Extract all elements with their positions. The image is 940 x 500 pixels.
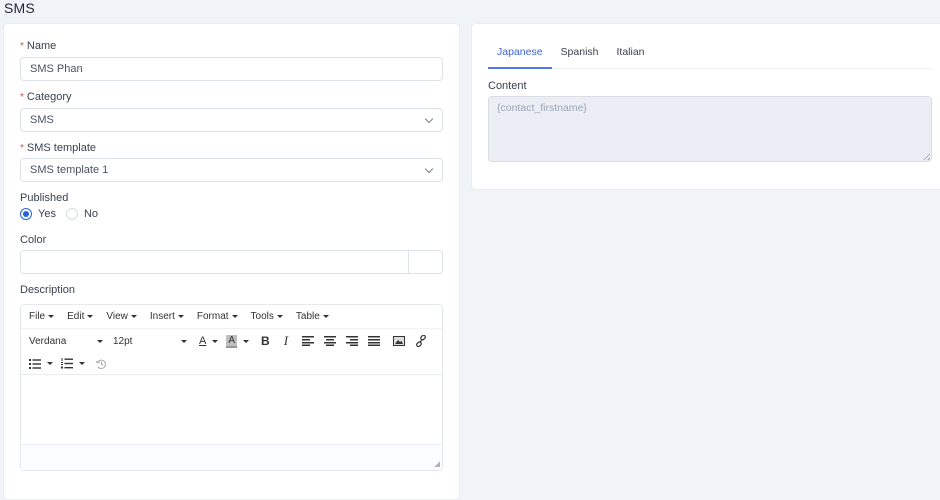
caret-down-icon (97, 339, 103, 343)
bullet-list-icon (29, 358, 41, 369)
background-color-icon: A (226, 334, 238, 348)
menu-edit[interactable]: Edit (67, 311, 94, 322)
history-icon (95, 359, 106, 369)
sms-template-selected-value: SMS template 1 (30, 164, 109, 176)
caret-down-icon (87, 315, 94, 318)
published-label: Published (20, 192, 69, 204)
category-selected-value: SMS (30, 114, 54, 126)
description-rich-text-editor: File Edit View Insert Format Tools Table… (20, 304, 443, 471)
translations-card: Japanese Spanish Italian Content {contac… (472, 24, 940, 189)
color-label: Color (20, 234, 47, 246)
align-justify-button[interactable] (368, 332, 381, 350)
content-textarea[interactable]: {contact_firstname} (488, 96, 932, 162)
editor-toolbar-row-2 (21, 353, 442, 375)
caret-down-icon (243, 339, 250, 343)
bold-button[interactable]: B (261, 332, 270, 350)
align-justify-icon (368, 336, 381, 346)
menu-insert[interactable]: Insert (150, 311, 184, 322)
sms-template-label: * SMS template (20, 142, 96, 154)
sms-template-select[interactable]: SMS template 1 (20, 158, 443, 182)
bullet-list-button[interactable] (29, 355, 53, 373)
align-center-icon (324, 336, 337, 346)
menu-view[interactable]: View (106, 311, 137, 322)
editor-content-area[interactable] (21, 375, 442, 445)
chevron-down-icon (424, 164, 434, 174)
tab-spanish[interactable]: Spanish (552, 40, 608, 69)
page-title: SMS (4, 0, 35, 16)
caret-down-icon (231, 315, 238, 318)
italic-icon: I (283, 333, 289, 348)
editor-statusbar (21, 445, 442, 469)
menu-tools[interactable]: Tools (251, 311, 283, 322)
align-center-button[interactable] (324, 332, 337, 350)
menu-format[interactable]: Format (197, 311, 238, 322)
font-family-select[interactable]: Verdana (29, 336, 103, 347)
caret-down-icon (47, 362, 53, 365)
content-value: {contact_firstname} (497, 102, 587, 114)
published-yes-radio[interactable] (20, 208, 32, 220)
tab-italian[interactable]: Italian (608, 40, 654, 69)
text-color-icon: A (199, 335, 207, 347)
editor-toolbar-row-1: Verdana 12pt A A B I (21, 329, 442, 353)
background-color-button[interactable]: A (226, 332, 250, 350)
caret-down-icon (130, 315, 137, 318)
color-input[interactable] (20, 250, 443, 274)
caret-down-icon (181, 339, 187, 343)
color-picker-swatch[interactable] (408, 250, 442, 274)
resize-handle-icon[interactable] (923, 153, 930, 160)
bold-icon: B (261, 334, 270, 348)
required-marker: * (20, 143, 24, 154)
caret-down-icon (276, 315, 283, 318)
caret-down-icon (177, 315, 184, 318)
published-yes-label[interactable]: Yes (38, 208, 56, 220)
italic-button[interactable]: I (284, 332, 288, 350)
description-label: Description (20, 284, 76, 296)
content-label: Content (488, 80, 527, 92)
text-color-button[interactable]: A (199, 332, 219, 350)
resize-handle-icon[interactable] (434, 461, 440, 467)
align-left-icon (302, 336, 315, 346)
caret-down-icon (322, 315, 329, 318)
font-size-select[interactable]: 12pt (113, 336, 187, 347)
published-no-label[interactable]: No (84, 208, 98, 220)
chevron-down-icon (424, 114, 434, 124)
align-right-icon (346, 336, 359, 346)
name-label: * Name (20, 40, 57, 52)
image-icon (393, 336, 406, 346)
align-right-button[interactable] (346, 332, 359, 350)
language-tabs: Japanese Spanish Italian (488, 40, 932, 69)
numbered-list-icon (61, 358, 73, 369)
editor-menubar: File Edit View Insert Format Tools Table (21, 305, 442, 329)
insert-link-button[interactable] (415, 332, 427, 350)
required-marker: * (20, 92, 24, 103)
menu-table[interactable]: Table (296, 311, 329, 322)
restore-draft-button[interactable] (95, 355, 107, 373)
required-marker: * (20, 41, 24, 52)
category-select[interactable]: SMS (20, 108, 443, 132)
link-icon (416, 335, 426, 347)
tab-japanese[interactable]: Japanese (488, 40, 552, 69)
caret-down-icon (79, 362, 85, 365)
category-label: * Category (20, 91, 72, 103)
name-input[interactable]: SMS Phan (20, 57, 443, 81)
numbered-list-button[interactable] (61, 355, 85, 373)
caret-down-icon (48, 315, 55, 318)
align-left-button[interactable] (302, 332, 315, 350)
published-radio-group: Yes No (20, 208, 108, 220)
insert-image-button[interactable] (393, 332, 406, 350)
published-no-radio[interactable] (65, 208, 78, 220)
sms-form-card: * Name SMS Phan * Category SMS * SMS templa… (4, 24, 459, 499)
caret-down-icon (212, 339, 219, 343)
menu-file[interactable]: File (29, 311, 55, 322)
